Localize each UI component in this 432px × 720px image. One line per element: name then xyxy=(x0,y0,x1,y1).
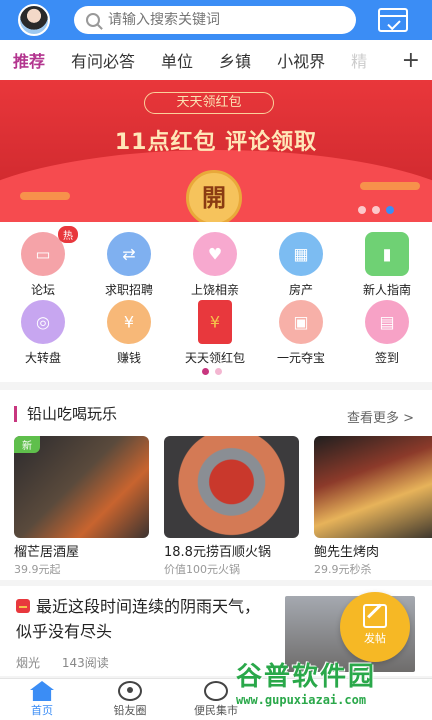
section-title: 铅山吃喝玩乐 xyxy=(14,406,117,422)
search-box[interactable] xyxy=(74,6,356,34)
heart-icon: ♥ xyxy=(193,232,237,276)
card-price: 39.9元起 xyxy=(14,563,61,576)
grid-item-jobs[interactable]: ⇄ 求职招聘 xyxy=(86,232,172,298)
cloud-decoration xyxy=(360,182,420,190)
banner-headline: 11点红包 评论领取 xyxy=(114,130,318,155)
category-tabs: 推荐 有问必答 单位 乡镇 小视界 精 + xyxy=(0,40,432,80)
food-photo xyxy=(164,436,299,538)
grid-item-checkin[interactable]: ▤ 签到 xyxy=(344,300,430,366)
article-reads: 143阅读 xyxy=(61,656,109,670)
nav-friends-circle[interactable]: 铅友圈 xyxy=(100,681,160,718)
card-price: 价值100元火锅 xyxy=(164,563,240,576)
article-author: 烟光 xyxy=(16,656,41,670)
food-card[interactable]: 新 榴芒居酒屋 39.9元起 xyxy=(14,436,149,577)
add-tab-icon[interactable]: + xyxy=(402,48,420,73)
grid-item-guide[interactable]: ▮ 新人指南 xyxy=(344,232,430,298)
grid-item-label: 签到 xyxy=(374,351,399,365)
handshake-icon: ⇄ xyxy=(107,232,151,276)
tab-qa[interactable]: 有问必答 xyxy=(58,48,148,72)
search-icon xyxy=(86,13,100,27)
tab-recommend[interactable]: 推荐 xyxy=(0,48,58,72)
nav-home[interactable]: 首页 xyxy=(12,681,72,718)
tab-units[interactable]: 单位 xyxy=(148,48,206,72)
card-title: 18.8元捞百顺火锅 xyxy=(164,545,271,560)
grid-item-label: 上饶相亲 xyxy=(190,283,239,297)
tab-more-partial[interactable]: 精 xyxy=(338,48,380,72)
search-input[interactable] xyxy=(108,12,328,28)
eye-icon xyxy=(118,681,142,701)
gift-icon: ▣ xyxy=(279,300,323,344)
pager-dot xyxy=(372,206,380,214)
card-title: 榴芒居酒屋 xyxy=(14,545,80,560)
pen-icon xyxy=(363,604,387,628)
food-photo xyxy=(314,436,432,538)
grid-item-forum[interactable]: ▭ 热 论坛 xyxy=(0,226,86,298)
watermark-url: www.gupuxiazai.com xyxy=(236,693,367,707)
grid-item-redpacket[interactable]: ¥ 天天领红包 xyxy=(172,300,258,366)
grid-item-dating[interactable]: ♥ 上饶相亲 xyxy=(172,232,258,298)
feature-grid: ▭ 热 论坛 ⇄ 求职招聘 ♥ 上饶相亲 ▦ 房产 ▮ 新人指南 ◎ 大转盘 ¥… xyxy=(0,222,432,382)
open-coin-button[interactable]: 開 xyxy=(186,170,242,222)
book-icon: ▮ xyxy=(365,232,409,276)
grid-item-label: 赚钱 xyxy=(116,351,141,365)
banner-pager xyxy=(358,206,394,214)
calendar-checkin-icon[interactable] xyxy=(378,8,408,32)
checkin-icon: ▤ xyxy=(365,300,409,344)
grid-item-label: 新人指南 xyxy=(362,283,411,297)
food-card[interactable]: 18.8元捞百顺火锅 价值100元火锅 xyxy=(164,436,299,577)
grid-item-label: 天天领红包 xyxy=(184,351,245,365)
post-button-label: 发帖 xyxy=(364,632,386,645)
grid-item-wheel[interactable]: ◎ 大转盘 xyxy=(0,300,86,366)
watermark-brand: 谷普软件园 xyxy=(236,662,377,692)
food-section: 铅山吃喝玩乐 查看更多 > 新 榴芒居酒屋 39.9元起 18.8元捞百顺火锅 … xyxy=(0,390,432,580)
article-meta: 烟光 143阅读 xyxy=(16,654,127,671)
nav-label: 铅友圈 xyxy=(113,704,147,717)
post-button[interactable]: 发帖 xyxy=(340,592,410,662)
grid-item-lottery[interactable]: ▣ 一元夺宝 xyxy=(258,300,344,366)
moneybag-icon: ¥ xyxy=(107,300,151,344)
house-icon: ▦ xyxy=(279,232,323,276)
grid-item-earn[interactable]: ¥ 赚钱 xyxy=(86,300,172,366)
see-more-link[interactable]: 查看更多 > xyxy=(347,407,414,426)
pager-dot xyxy=(358,206,366,214)
grid-icon xyxy=(204,681,228,701)
tab-towns[interactable]: 乡镇 xyxy=(206,48,264,72)
article-title[interactable]: 最近这段时间连续的阴雨天气，似乎没有尽头 xyxy=(16,594,266,644)
pager-dot-active xyxy=(202,368,209,375)
article-title-text: 最近这段时间连续的阴雨天气，似乎没有尽头 xyxy=(16,597,261,641)
avatar[interactable] xyxy=(18,4,50,36)
food-card[interactable]: 鲍先生烤肉 29.9元秒杀 xyxy=(314,436,432,577)
grid-item-label: 房产 xyxy=(288,283,313,297)
redpacket-icon: ¥ xyxy=(198,300,232,344)
cloud-decoration xyxy=(20,192,70,200)
watermark: 谷普软件园 www.gupuxiazai.com xyxy=(236,656,426,720)
grid-pager xyxy=(202,368,222,375)
wheel-icon: ◎ xyxy=(21,300,65,344)
pager-dot-active xyxy=(386,206,394,214)
grid-item-label: 大转盘 xyxy=(24,351,61,365)
new-tag: 新 xyxy=(14,436,40,453)
top-bar xyxy=(0,0,432,40)
food-photo: 新 xyxy=(14,436,149,538)
pager-dot xyxy=(215,368,222,375)
card-title: 鲍先生烤肉 xyxy=(314,545,380,560)
banner-pill: 天天领红包 xyxy=(144,92,274,114)
tab-small-vision[interactable]: 小视界 xyxy=(264,48,338,72)
promo-banner[interactable]: 天天领红包 11点红包 评论领取 開 xyxy=(0,80,432,222)
grid-item-label: 论坛 xyxy=(30,283,55,297)
nav-label: 首页 xyxy=(31,704,53,717)
card-price: 29.9元秒杀 xyxy=(314,563,372,576)
hot-badge: 热 xyxy=(58,226,78,243)
home-icon xyxy=(30,681,54,701)
hot-article-icon xyxy=(16,599,30,613)
grid-item-label: 求职招聘 xyxy=(104,283,153,297)
grid-item-realestate[interactable]: ▦ 房产 xyxy=(258,232,344,298)
grid-item-label: 一元夺宝 xyxy=(276,351,325,365)
